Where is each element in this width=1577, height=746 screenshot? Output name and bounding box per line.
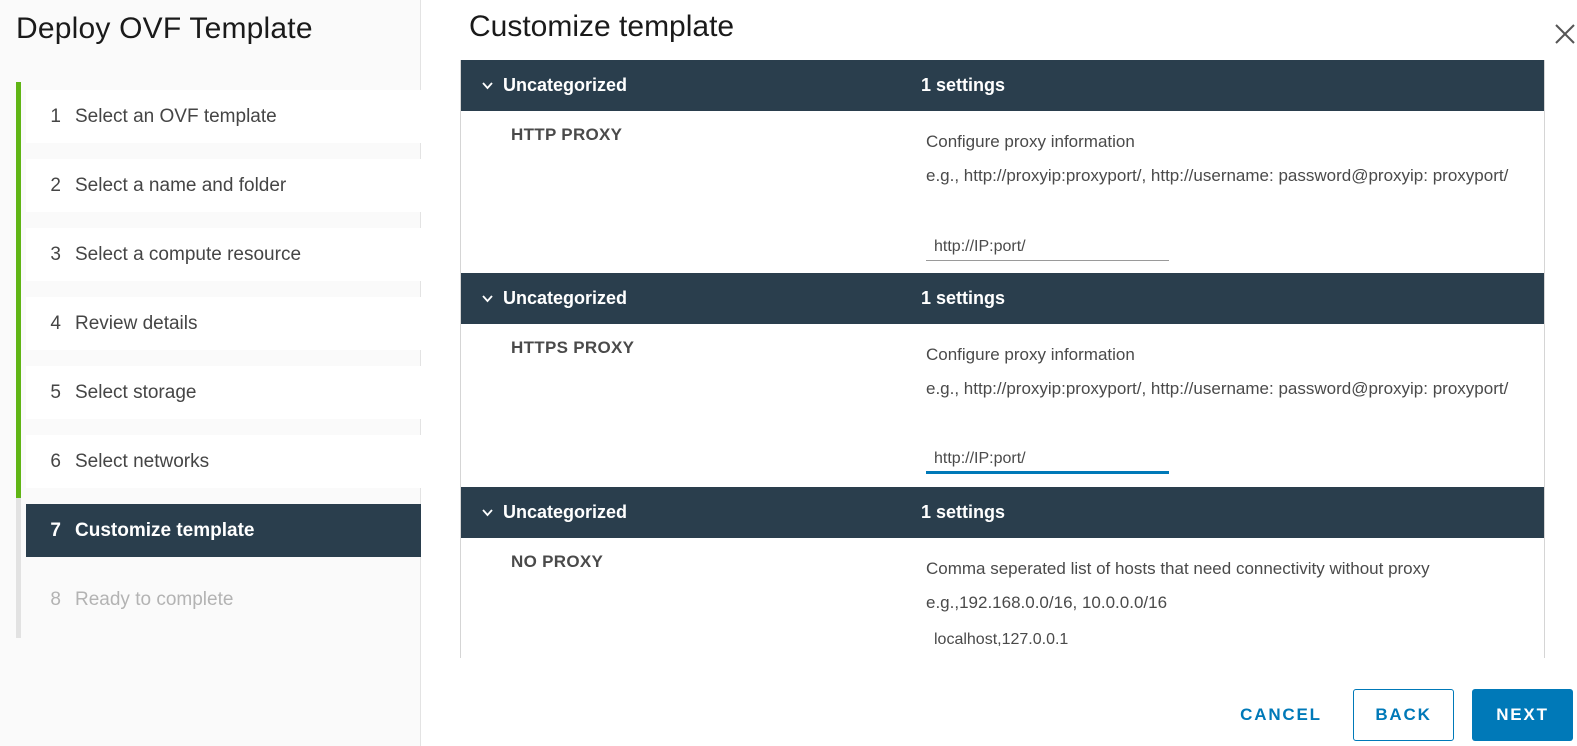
step-number: 4 [50,312,61,334]
group-header-uncategorized[interactable]: Uncategorized 1 settings [461,273,1544,324]
chevron-down-icon [482,509,493,517]
step-label: Select networks [75,450,210,472]
group-name: Uncategorized [503,75,628,95]
back-button[interactable]: BACK [1353,689,1454,741]
step-customize-template[interactable]: 7 Customize template [26,504,421,557]
step-select-compute-resource[interactable]: 3 Select a compute resource [26,228,421,281]
description-line: Configure proxy information [926,345,1135,364]
property-row-http-proxy: HTTP PROXY Configure proxy information e… [461,111,1544,273]
step-select-ovf-template[interactable]: 1 Select an OVF template [26,90,421,143]
step-select-networks[interactable]: 6 Select networks [26,435,421,488]
step-label: Select storage [75,381,197,403]
property-name: NO PROXY [511,552,604,571]
next-button[interactable]: NEXT [1472,689,1573,741]
wizard-sidebar: Deploy OVF Template 1 Select an OVF temp… [0,0,421,746]
chevron-down-icon [482,295,493,303]
step-number: 1 [50,105,61,127]
step-label: Select an OVF template [75,105,277,127]
property-description: Configure proxy information e.g., http:/… [926,125,1531,193]
page-title: Customize template [469,10,735,43]
group-name: Uncategorized [503,502,628,522]
step-number: 6 [50,450,61,472]
step-select-name-folder[interactable]: 2 Select a name and folder [26,159,421,212]
property-row-no-proxy: NO PROXY Comma seperated list of hosts t… [461,538,1544,658]
property-name: HTTP PROXY [511,125,623,144]
wizard-title: Deploy OVF Template [16,12,313,45]
group-settings-count: 1 settings [921,75,1006,95]
group-settings-count: 1 settings [921,502,1006,522]
no-proxy-input[interactable] [926,624,1169,654]
properties-scroll-area[interactable]: Uncategorized 1 settings HTTP PROXY Conf… [460,60,1545,658]
property-description: Comma seperated list of hosts that need … [926,552,1531,620]
description-example: e.g., http://proxyip:proxyport/, http://… [926,166,1509,185]
property-description: Configure proxy information e.g., http:/… [926,338,1531,406]
step-select-storage[interactable]: 5 Select storage [26,366,421,419]
step-label: Customize template [75,519,255,541]
step-label: Select a name and folder [75,174,287,196]
close-icon [1555,24,1575,44]
description-line: Comma seperated list of hosts that need … [926,559,1430,578]
description-example: e.g., http://proxyip:proxyport/, http://… [926,379,1509,398]
group-settings-count: 1 settings [921,288,1006,308]
step-review-details[interactable]: 4 Review details [26,297,421,350]
group-header-uncategorized[interactable]: Uncategorized 1 settings [461,487,1544,538]
http-proxy-input[interactable] [926,231,1169,261]
chevron-down-icon [482,82,493,90]
https-proxy-input[interactable] [926,444,1169,474]
step-label: Ready to complete [75,588,234,610]
step-number: 7 [50,519,61,541]
description-line: Configure proxy information [926,132,1135,151]
property-row-https-proxy: HTTPS PROXY Configure proxy information … [461,324,1544,487]
step-number: 3 [50,243,61,265]
step-label: Select a compute resource [75,243,302,265]
close-button[interactable] [1552,16,1577,50]
progress-bar [16,82,21,498]
step-number: 2 [50,174,61,196]
property-name: HTTPS PROXY [511,338,635,357]
wizard-steps: 1 Select an OVF template 2 Select a name… [26,90,421,642]
description-example: e.g.,192.168.0.0/16, 10.0.0.0/16 [926,593,1168,612]
group-name: Uncategorized [503,288,628,308]
step-label: Review details [75,312,198,334]
step-ready-to-complete: 8 Ready to complete [26,573,421,626]
cancel-button[interactable]: CANCEL [1236,689,1326,741]
group-header-uncategorized[interactable]: Uncategorized 1 settings [461,60,1544,111]
step-number: 5 [50,381,61,403]
step-number: 8 [50,588,61,610]
